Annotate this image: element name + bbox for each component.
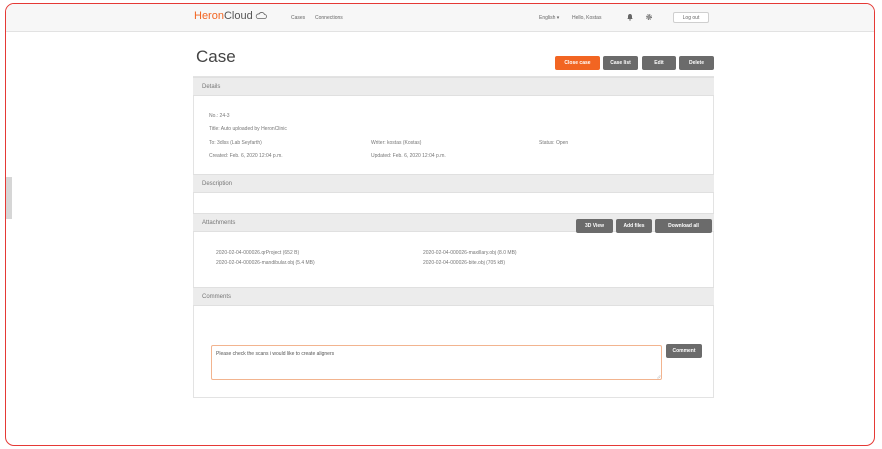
logout-button[interactable]: Log out xyxy=(673,12,709,23)
top-navbar: HeronCloud Cases Connections English ▾ H… xyxy=(6,4,874,32)
case-list-button[interactable]: Case list xyxy=(603,56,638,70)
brand-logo[interactable]: HeronCloud xyxy=(194,10,253,22)
comment-input[interactable]: Please check the scans i would like to c… xyxy=(211,345,662,380)
attachments-header-label: Attachments xyxy=(202,220,236,226)
nav-link-cases[interactable]: Cases xyxy=(291,15,305,21)
attachment-link[interactable]: 2020-02-04-000026-maxillary.obj (8.0 MB) xyxy=(423,250,517,256)
attachment-link[interactable]: 2020-02-04-000026-mandibular.obj (5.4 MB… xyxy=(216,260,315,266)
case-recipient: To: 3dlss (Lab Seyfarth) xyxy=(209,140,262,146)
cloud-icon xyxy=(255,12,267,19)
gear-icon[interactable] xyxy=(645,13,653,21)
case-writer: Writer: kostas (Kostas) xyxy=(371,140,422,146)
side-tab[interactable] xyxy=(6,177,12,219)
user-greeting[interactable]: Hello, Kostas xyxy=(572,15,601,21)
delete-button[interactable]: Delete xyxy=(679,56,714,70)
close-case-button[interactable]: Close case xyxy=(555,56,600,70)
case-number: No.: 24-3 xyxy=(209,113,230,119)
description-header-label: Description xyxy=(202,181,233,187)
page-title: Case xyxy=(196,47,236,66)
case-status: Status: Open xyxy=(539,140,569,146)
details-header-label: Details xyxy=(202,84,221,90)
case-created: Created: Feb. 6, 2020 12:04 p.m. xyxy=(209,153,283,159)
download-all-button[interactable]: Download all xyxy=(655,219,712,233)
comments-header-label: Comments xyxy=(202,294,232,300)
details-header: Details xyxy=(193,77,714,96)
resize-grip-icon[interactable] xyxy=(656,374,661,379)
add-files-button[interactable]: Add files xyxy=(616,219,652,233)
attachment-link[interactable]: 2020-02-04-000026.qrProject (652 B) xyxy=(216,250,299,256)
brand-cloud: Cloud xyxy=(223,10,253,22)
comment-submit-button[interactable]: Comment xyxy=(666,344,702,358)
view-3d-button[interactable]: 3D View xyxy=(576,219,613,233)
language-dropdown[interactable]: English ▾ xyxy=(539,15,559,21)
browser-frame: HeronCloud Cases Connections English ▾ H… xyxy=(5,3,875,446)
edit-button[interactable]: Edit xyxy=(642,56,676,70)
case-title: Title: Auto uploaded by HeronClinic xyxy=(209,126,287,132)
description-header: Description xyxy=(193,174,714,193)
attachment-link[interactable]: 2020-02-04-000026-bite.obj (705 kB) xyxy=(423,260,505,266)
case-updated: Updated: Feb. 6, 2020 12:04 p.m. xyxy=(371,153,446,159)
comments-header: Comments xyxy=(193,287,714,306)
bell-icon[interactable] xyxy=(626,13,634,21)
nav-link-connections[interactable]: Connections xyxy=(315,15,343,21)
brand-heron: Heron xyxy=(194,10,224,22)
